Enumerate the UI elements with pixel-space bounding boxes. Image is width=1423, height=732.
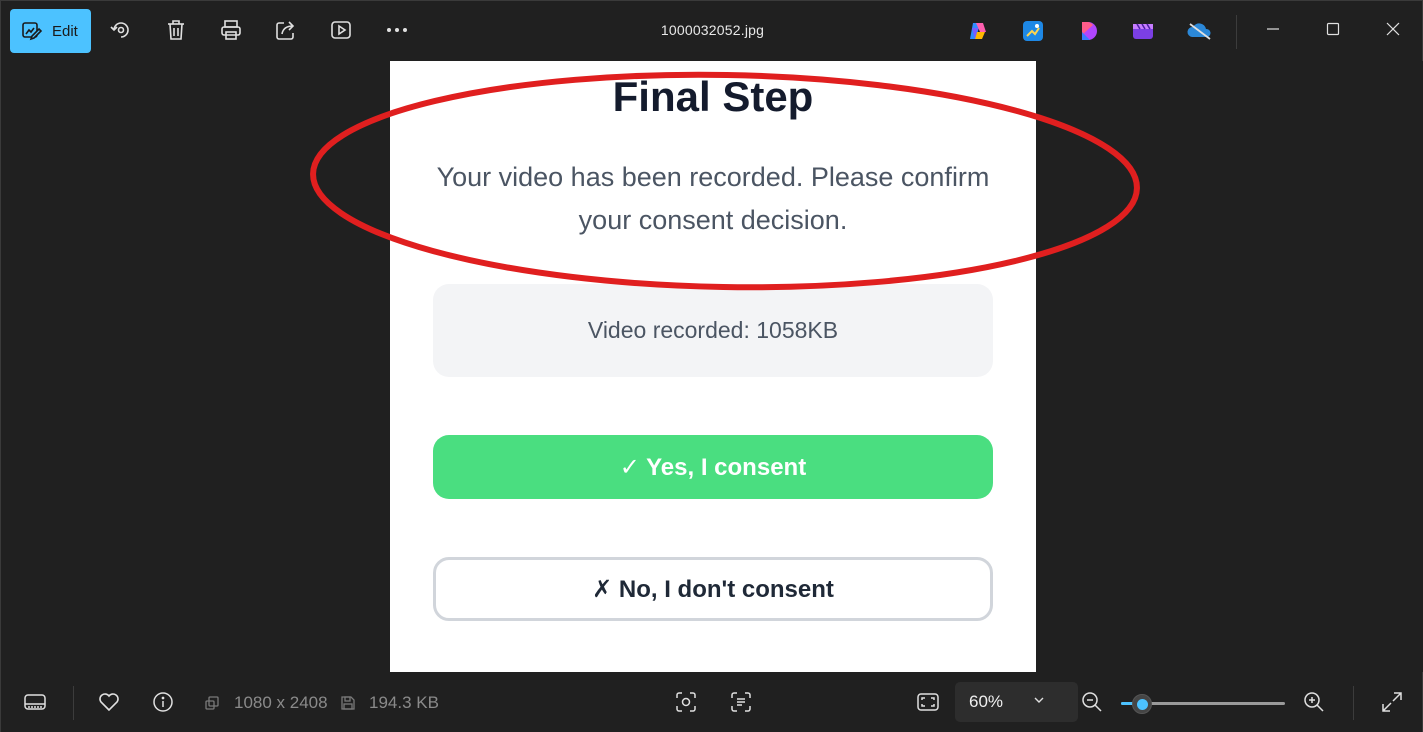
image-canvas[interactable]: Final Step Your video has been recorded.… bbox=[1, 61, 1423, 672]
video-info-box: Video recorded: 1058KB bbox=[433, 284, 993, 377]
maximize-icon bbox=[1326, 22, 1340, 36]
ocr-icon bbox=[676, 692, 696, 712]
zoom-value: 60% bbox=[969, 692, 1004, 711]
zoom-out-icon bbox=[1082, 692, 1102, 712]
photos-app-window: Edit 1000032052.jpg Final Step Your vide… bbox=[0, 0, 1423, 732]
top-toolbar: Edit 1000032052.jpg bbox=[1, 1, 1422, 61]
filmstrip-button[interactable] bbox=[23, 690, 47, 714]
edit-icon bbox=[22, 22, 43, 41]
displayed-image: Final Step Your video has been recorded.… bbox=[390, 61, 1036, 672]
visual-search-button[interactable] bbox=[674, 690, 698, 714]
info-icon bbox=[153, 692, 173, 712]
edit-button[interactable]: Edit bbox=[10, 9, 91, 53]
rotate-icon bbox=[110, 22, 129, 38]
page-title: Final Step bbox=[612, 73, 814, 120]
share-icon bbox=[276, 21, 295, 40]
designer-icon[interactable] bbox=[1078, 20, 1100, 42]
favorite-button[interactable] bbox=[97, 690, 121, 714]
fullscreen-icon bbox=[1382, 692, 1402, 712]
consent-yes-label: ✓ Yes, I consent bbox=[619, 453, 807, 481]
favorite-icon bbox=[99, 693, 119, 712]
photos-editor-icon[interactable] bbox=[1022, 20, 1044, 42]
bottom-toolbar: 1080 x 2408 194.3 KB 60% bbox=[1, 672, 1422, 732]
text-scan-icon bbox=[731, 692, 751, 712]
image-dimensions: 1080 x 2408 bbox=[234, 693, 328, 712]
consent-no-label: ✗ No, I don't consent bbox=[592, 575, 834, 603]
print-button[interactable] bbox=[219, 18, 243, 42]
fit-window-button[interactable] bbox=[916, 690, 940, 714]
delete-button[interactable] bbox=[164, 18, 188, 42]
more-icon bbox=[387, 28, 407, 32]
zoom-in-icon bbox=[1304, 692, 1324, 712]
consent-yes-button: ✓ Yes, I consent bbox=[433, 435, 993, 499]
minimize-button[interactable] bbox=[1260, 16, 1286, 42]
zoom-in-button[interactable] bbox=[1302, 690, 1326, 714]
close-button[interactable] bbox=[1380, 16, 1406, 42]
file-size: 194.3 KB bbox=[369, 693, 439, 712]
filmstrip-icon bbox=[24, 694, 46, 710]
close-icon bbox=[1386, 22, 1400, 36]
clipchamp-icon[interactable] bbox=[1132, 20, 1154, 42]
bottom-divider bbox=[73, 686, 74, 720]
fit-window-icon bbox=[917, 693, 939, 711]
copilot-icon[interactable] bbox=[967, 20, 989, 42]
slideshow-button[interactable] bbox=[329, 18, 353, 42]
zoom-slider-thumb[interactable] bbox=[1132, 694, 1153, 714]
print-icon bbox=[221, 20, 241, 40]
file-info-button[interactable] bbox=[151, 690, 175, 714]
zoom-select[interactable]: 60% bbox=[955, 682, 1078, 722]
consent-no-button: ✗ No, I don't consent bbox=[433, 557, 993, 621]
zoom-out-button[interactable] bbox=[1080, 690, 1104, 714]
rotate-button[interactable] bbox=[109, 18, 133, 42]
fullscreen-button[interactable] bbox=[1380, 690, 1404, 714]
text-scan-button[interactable] bbox=[729, 690, 753, 714]
onedrive-icon[interactable] bbox=[1187, 20, 1213, 42]
slideshow-icon bbox=[331, 21, 351, 39]
edit-label: Edit bbox=[52, 22, 78, 40]
maximize-button[interactable] bbox=[1320, 16, 1346, 42]
dimensions-icon bbox=[205, 696, 219, 710]
bottom-divider-right bbox=[1353, 686, 1354, 720]
minimize-icon bbox=[1267, 28, 1279, 30]
file-size-icon bbox=[341, 696, 355, 710]
page-description: Your video has been recorded. Please con… bbox=[436, 162, 990, 235]
toolbar-divider bbox=[1236, 15, 1237, 49]
more-options-button[interactable] bbox=[385, 18, 409, 42]
chevron-down-icon bbox=[1034, 697, 1044, 703]
delete-icon bbox=[168, 20, 184, 40]
share-button[interactable] bbox=[274, 18, 298, 42]
video-info-text: Video recorded: 1058KB bbox=[587, 317, 839, 343]
